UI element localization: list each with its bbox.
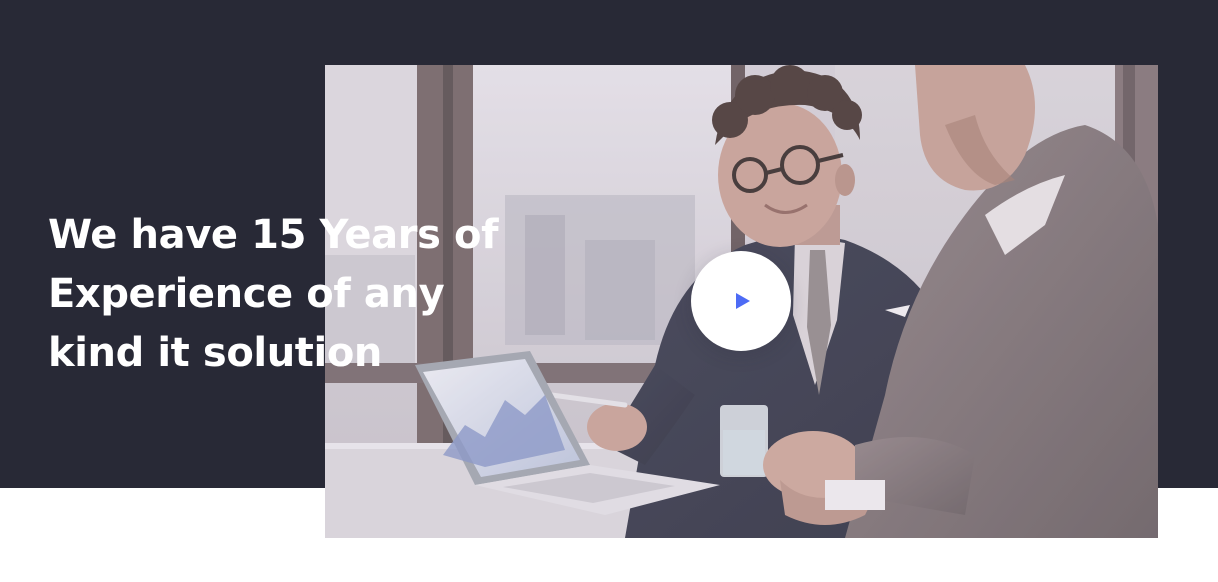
play-icon xyxy=(735,293,750,309)
play-video-button[interactable] xyxy=(691,251,791,351)
headline-line-3: kind it solution xyxy=(48,330,382,376)
headline-line-1: We have 15 Years of xyxy=(48,212,499,258)
headline-line-2: Experience of any xyxy=(48,271,445,317)
hero-headline: We have 15 Years of Experience of any ki… xyxy=(48,206,568,383)
page: We have 15 Years of Experience of any ki… xyxy=(0,0,1218,582)
